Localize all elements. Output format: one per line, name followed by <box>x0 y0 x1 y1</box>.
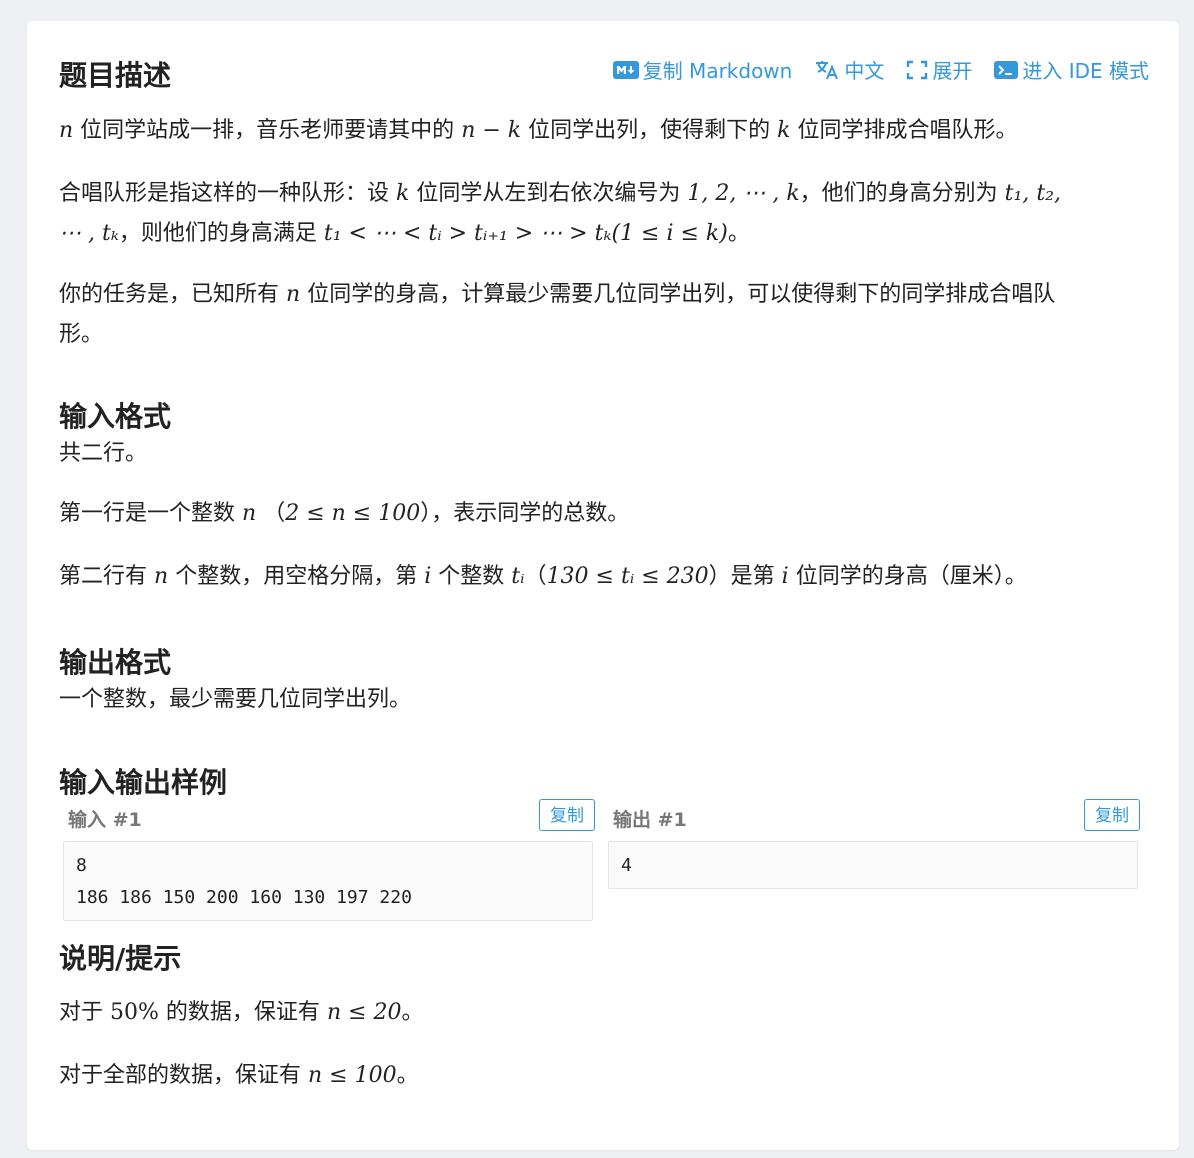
title-row: 题目描述 复制 Markdown 中文 展开 进入 IDE 模式 <box>59 21 1149 125</box>
problem-content: 题目描述 复制 Markdown 中文 展开 进入 IDE 模式 n 位同学站成… <box>59 21 1149 1088</box>
markdown-icon <box>612 60 639 79</box>
sample-output-text: 4 <box>608 841 1138 889</box>
description-paragraph-2: 合唱队形是指这样的一种队形：设 k 位同学从左到右依次编号为 1, 2, ⋯ ,… <box>59 181 1061 246</box>
samples-title: 输入输出样例 <box>59 766 228 799</box>
ide-mode-button[interactable]: 进入 IDE 模式 <box>994 55 1149 84</box>
hint-line-2-block: 对于全部的数据，保证有 n ≤ 100。 <box>59 1056 1149 1096</box>
input-format-line-2: 第一行是一个整数 n （2 ≤ n ≤ 100），表示同学的总数。 <box>59 501 630 526</box>
copy-markdown-button[interactable]: 复制 Markdown <box>612 55 793 84</box>
input-format-line-1-block: 共二行。 <box>59 434 1149 474</box>
terminal-icon <box>994 60 1019 80</box>
input-format-title: 输入格式 <box>59 400 172 433</box>
description-paragraph-2-block: 合唱队形是指这样的一种队形：设 k 位同学从左到右依次编号为 1, 2, ⋯ ,… <box>59 174 1149 254</box>
translate-icon <box>814 59 840 81</box>
output-format-title: 输出格式 <box>59 646 172 679</box>
copy-input-button[interactable]: 复制 <box>539 799 595 831</box>
input-format-line-1: 共二行。 <box>59 441 148 466</box>
language-button[interactable]: 中文 <box>814 55 884 84</box>
toolbar: 复制 Markdown 中文 展开 进入 IDE 模式 <box>612 55 1149 84</box>
description-paragraph-1: n 位同学站成一排，音乐老师要请其中的 n − k 位同学出列，使得剩下的 k … <box>59 118 1018 143</box>
copy-output-button[interactable]: 复制 <box>1084 799 1140 831</box>
description-section: n 位同学站成一排，音乐老师要请其中的 n − k 位同学出列，使得剩下的 k … <box>59 111 1149 151</box>
hint-line-1: 对于 50% 的数据，保证有 n ≤ 20。 <box>59 1000 424 1025</box>
expand-button[interactable]: 展开 <box>906 55 972 84</box>
hint-title: 说明/提示 <box>59 942 182 975</box>
output-format-line-1: 一个整数，最少需要几位同学出列。 <box>59 687 412 712</box>
expand-label: 展开 <box>932 59 973 83</box>
description-title: 题目描述 <box>59 59 172 92</box>
description-paragraph-3: 你的任务是，已知所有 n 位同学的身高，计算最少需要几位同学出列，可以使得剩下的… <box>59 282 1056 347</box>
ide-mode-label: 进入 IDE 模式 <box>1022 59 1149 83</box>
problem-card: 题目描述 复制 Markdown 中文 展开 进入 IDE 模式 n 位同学站成… <box>27 21 1179 1150</box>
copy-markdown-label: 复制 Markdown <box>642 59 793 83</box>
output-format-line-1-block: 一个整数，最少需要几位同学出列。 <box>59 680 1149 720</box>
language-label: 中文 <box>844 59 885 83</box>
input-format-line-3-block: 第二行有 n 个整数，用空格分隔，第 i 个整数 tᵢ（130 ≤ tᵢ ≤ 2… <box>59 557 1149 597</box>
expand-icon <box>906 60 928 80</box>
hint-line-1-block: 对于 50% 的数据，保证有 n ≤ 20。 <box>59 993 1149 1033</box>
input-format-line-3: 第二行有 n 个整数，用空格分隔，第 i 个整数 tᵢ（130 ≤ tᵢ ≤ 2… <box>59 564 1027 589</box>
sample-input-text: 8 186 186 150 200 160 130 197 220 <box>63 841 593 921</box>
input-format-line-2-block: 第一行是一个整数 n （2 ≤ n ≤ 100），表示同学的总数。 <box>59 494 1149 534</box>
sample-output-label: 输出 #1 <box>613 809 687 831</box>
hint-line-2: 对于全部的数据，保证有 n ≤ 100。 <box>59 1063 419 1088</box>
description-paragraph-3-block: 你的任务是，已知所有 n 位同学的身高，计算最少需要几位同学出列，可以使得剩下的… <box>59 275 1149 355</box>
sample-input-label: 输入 #1 <box>68 809 142 831</box>
